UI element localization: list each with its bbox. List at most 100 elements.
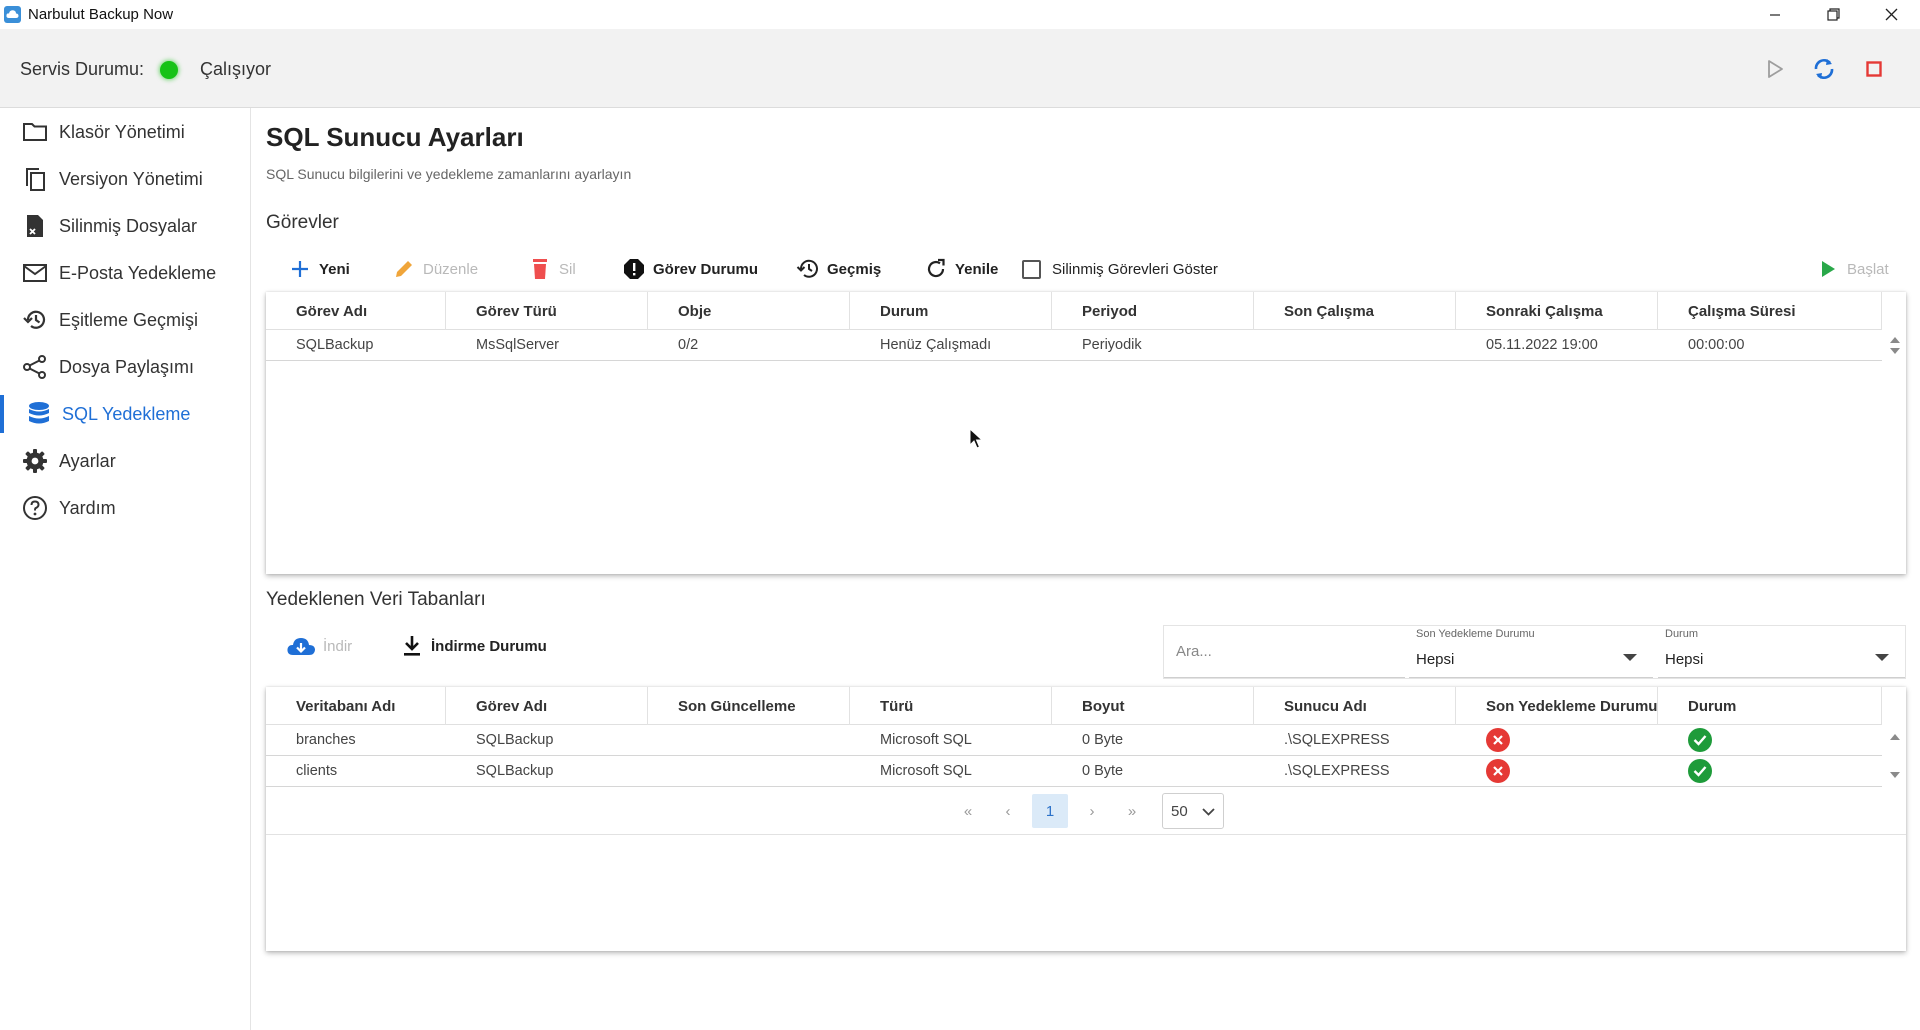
page-subtitle: SQL Sunucu bilgilerini ve yedekleme zama… — [266, 166, 632, 182]
pencil-icon — [392, 257, 416, 281]
task-status-label: Görev Durumu — [653, 260, 759, 278]
run-duration-cell: 00:00:00 — [1688, 337, 1745, 353]
deleted-file-icon — [22, 214, 48, 238]
task-status-button[interactable]: Görev Durumu — [622, 254, 758, 284]
refresh-button[interactable]: Yenile — [924, 254, 998, 284]
download-label: İndir — [323, 637, 353, 655]
service-status-indicator — [160, 61, 178, 79]
database-name-cell: clients — [296, 763, 338, 779]
show-deleted-tasks-label: Silinmiş Görevleri Göster — [1052, 261, 1218, 278]
column-header[interactable]: Son Çalışma — [1254, 292, 1456, 330]
history-button[interactable]: Geçmiş — [796, 254, 881, 284]
sidebar-item-label: Versiyon Yönetimi — [59, 168, 203, 189]
size-cell: 0 Byte — [1082, 732, 1124, 748]
sidebar-item-email-backup[interactable]: E-Posta Yedekleme — [0, 252, 250, 294]
play-icon — [1816, 257, 1840, 281]
restore-button[interactable] — [1804, 0, 1862, 29]
refresh-icon — [924, 257, 948, 281]
databases-grid-header: Veritabanı Adı Görev Adı Son Güncelleme … — [266, 687, 1882, 725]
table-row[interactable]: branches SQLBackup Microsoft SQL 0 Byte … — [266, 725, 1882, 756]
column-header[interactable]: Sonraki Çalışma — [1456, 292, 1658, 330]
column-header[interactable]: Durum — [850, 292, 1052, 330]
close-button[interactable] — [1862, 0, 1920, 29]
column-header[interactable]: Periyod — [1052, 292, 1254, 330]
check-icon — [1688, 759, 1712, 783]
column-header[interactable]: Görev Adı — [446, 687, 648, 725]
service-status-bar: Servis Durumu: Çalışıyor — [0, 29, 1920, 108]
scroll-up-icon[interactable] — [1890, 734, 1900, 740]
scroll-up-icon[interactable] — [1890, 337, 1900, 343]
sidebar-item-sync-history[interactable]: Eşitleme Geçmişi — [0, 299, 250, 341]
column-header[interactable]: Son Yedekleme Durumu — [1456, 687, 1658, 725]
show-deleted-tasks-checkbox[interactable]: Silinmiş Görevleri Göster — [1022, 260, 1218, 279]
dropdown-arrow-icon — [1623, 654, 1637, 661]
database-name-cell: branches — [296, 732, 356, 748]
new-task-label: Yeni — [319, 260, 350, 278]
task-type-cell: MsSqlServer — [476, 337, 559, 353]
sidebar-item-label: SQL Yedekleme — [62, 403, 191, 424]
scroll-down-icon[interactable] — [1890, 348, 1900, 354]
download-status-label: İndirme Durumu — [431, 637, 547, 655]
scroll-down-icon[interactable] — [1890, 772, 1900, 778]
column-header[interactable]: Boyut — [1052, 687, 1254, 725]
download-button[interactable]: İndir — [286, 631, 352, 661]
error-icon — [1486, 759, 1510, 783]
sidebar-item-folder-management[interactable]: Klasör Yönetimi — [0, 111, 250, 153]
column-header[interactable]: Görev Adı — [266, 292, 446, 330]
page-size-select[interactable]: 50 — [1162, 793, 1224, 829]
column-header[interactable]: Türü — [850, 687, 1052, 725]
task-name-cell: SQLBackup — [296, 337, 374, 353]
task-name-cell: SQLBackup — [476, 763, 554, 779]
column-header[interactable]: Durum — [1658, 687, 1882, 725]
sidebar-item-help[interactable]: Yardım — [0, 487, 250, 529]
download-status-button[interactable]: İndirme Durumu — [400, 631, 547, 661]
restart-service-button[interactable] — [1810, 55, 1838, 83]
sidebar-item-settings[interactable]: Ayarlar — [0, 440, 250, 482]
next-run-cell: 05.11.2022 19:00 — [1486, 337, 1598, 353]
column-header[interactable]: Çalışma Süresi — [1658, 292, 1882, 330]
sidebar: Klasör Yönetimi Versiyon Yönetimi Silinm… — [0, 108, 251, 1030]
table-row[interactable]: clients SQLBackup Microsoft SQL 0 Byte .… — [266, 756, 1882, 787]
next-page-button[interactable]: › — [1072, 795, 1112, 827]
sidebar-item-label: Dosya Paylaşımı — [59, 356, 195, 377]
tasks-grid-scrollbar[interactable] — [1884, 330, 1906, 360]
restore-icon — [1826, 8, 1840, 21]
app-logo-icon — [4, 6, 21, 23]
sidebar-item-deleted-files[interactable]: Silinmiş Dosyalar — [0, 205, 250, 247]
column-header[interactable]: Görev Türü — [446, 292, 648, 330]
last-update-cell — [648, 725, 678, 755]
table-row[interactable]: SQLBackup MsSqlServer 0/2 Henüz Çalışmad… — [266, 330, 1882, 361]
checkbox-box[interactable] — [1022, 260, 1041, 279]
tasks-grid: Görev Adı Görev Türü Obje Durum Periyod … — [266, 292, 1906, 574]
last-page-button[interactable]: » — [1112, 795, 1152, 827]
delete-task-button[interactable]: Sil — [528, 254, 576, 284]
server-name-cell: .\SQLEXPRESS — [1284, 732, 1390, 748]
sidebar-item-file-sharing[interactable]: Dosya Paylaşımı — [0, 346, 250, 388]
first-page-button[interactable]: « — [948, 795, 988, 827]
start-service-button[interactable] — [1761, 55, 1789, 83]
sidebar-item-sql-backup[interactable]: SQL Yedekleme — [0, 393, 250, 435]
previous-page-button[interactable]: ‹ — [988, 795, 1028, 827]
new-task-button[interactable]: Yeni — [288, 254, 350, 284]
start-task-button[interactable]: Başlat — [1816, 254, 1889, 284]
column-header[interactable]: Obje — [648, 292, 850, 330]
history-icon — [796, 257, 820, 281]
sidebar-item-label: Yardım — [59, 497, 116, 518]
last-backup-status-select[interactable]: Son Yedekleme Durumu Hepsi — [1409, 626, 1653, 678]
size-cell: 0 Byte — [1082, 763, 1124, 779]
sidebar-item-version-management[interactable]: Versiyon Yönetimi — [0, 158, 250, 200]
databases-grid-scrollbar[interactable] — [1884, 725, 1906, 787]
select-caption: Durum — [1665, 628, 1699, 640]
edit-task-button[interactable]: Düzenle — [392, 254, 478, 284]
column-header[interactable]: Son Güncelleme — [648, 687, 850, 725]
column-header[interactable]: Sunucu Adı — [1254, 687, 1456, 725]
column-header[interactable]: Veritabanı Adı — [266, 687, 446, 725]
stop-service-button[interactable] — [1860, 55, 1888, 83]
minimize-button[interactable] — [1746, 0, 1804, 29]
search-input[interactable] — [1164, 626, 1405, 678]
status-select[interactable]: Durum Hepsi — [1658, 626, 1905, 678]
status-cell — [1658, 725, 1712, 755]
page-number-button[interactable]: 1 — [1032, 794, 1068, 828]
type-cell: Microsoft SQL — [880, 763, 972, 779]
check-icon — [1688, 728, 1712, 752]
